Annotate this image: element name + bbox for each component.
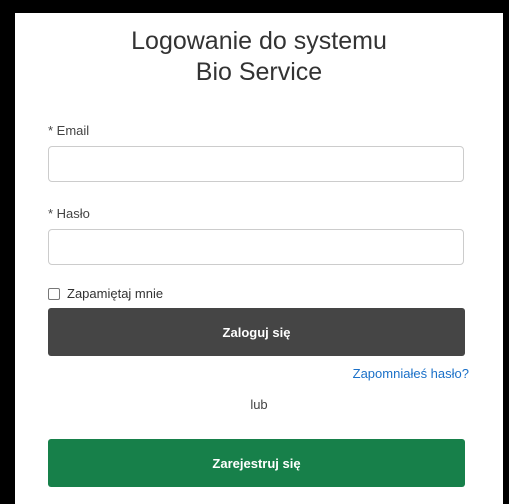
- remember-label: Zapamiętaj mnie: [67, 286, 164, 301]
- register-button[interactable]: Zarejestruj się: [48, 439, 465, 487]
- or-separator: lub: [250, 397, 268, 412]
- forgot-password-link[interactable]: Zapomniałeś hasło?: [353, 366, 469, 381]
- login-panel: Logowanie do systemu Bio Service * Email…: [15, 13, 503, 504]
- remember-me[interactable]: Zapamiętaj mnie: [48, 286, 163, 302]
- login-button[interactable]: Zaloguj się: [48, 308, 465, 356]
- password-field[interactable]: [48, 229, 464, 265]
- page-title: Logowanie do systemu Bio Service: [15, 26, 503, 88]
- email-label: * Email: [48, 123, 90, 138]
- email-field[interactable]: [48, 146, 464, 182]
- title-line-1: Logowanie do systemu: [131, 27, 387, 55]
- remember-checkbox[interactable]: [48, 288, 60, 300]
- title-line-2: Bio Service: [195, 58, 323, 86]
- password-label: * Hasło: [48, 206, 90, 221]
